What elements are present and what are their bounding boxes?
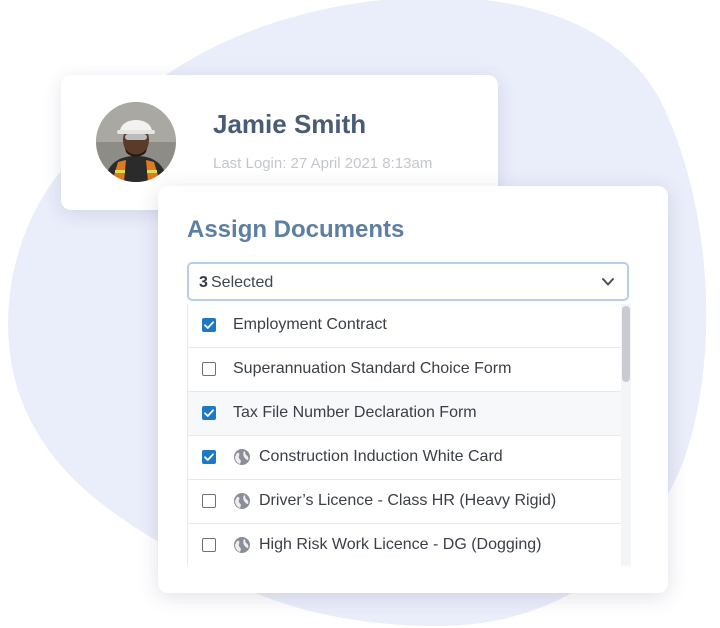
document-label: Employment Contract xyxy=(233,316,387,333)
checkbox-checked-icon[interactable] xyxy=(202,450,216,464)
document-label: High Risk Work Licence - DG (Dogging) xyxy=(259,536,542,553)
list-item[interactable]: Employment Contract xyxy=(188,304,621,348)
checkbox-unchecked-icon[interactable] xyxy=(202,538,216,552)
globe-icon xyxy=(234,449,250,465)
document-label: Superannuation Standard Choice Form xyxy=(233,360,512,377)
checkbox-unchecked-icon[interactable] xyxy=(202,494,216,508)
document-label: Tax File Number Declaration Form xyxy=(233,404,477,421)
stage: Jamie Smith Last Login: 27 April 2021 8:… xyxy=(0,0,720,628)
last-login-text: Last Login: 27 April 2021 8:13am xyxy=(213,155,433,172)
selected-label: Selected xyxy=(211,274,274,291)
profile-name: Jamie Smith xyxy=(213,109,367,139)
selected-count: 3 xyxy=(199,274,208,291)
documents-select[interactable]: 3 Selected xyxy=(187,262,629,301)
list-item[interactable]: Driver’s Licence - Class HR (Heavy Rigid… xyxy=(188,480,621,524)
scrollbar-thumb[interactable] xyxy=(622,306,630,382)
list-item[interactable]: Superannuation Standard Choice Form xyxy=(188,348,621,392)
checkbox-checked-icon[interactable] xyxy=(202,318,216,332)
document-label: Construction Induction White Card xyxy=(259,448,503,465)
list-item[interactable]: High Risk Work Licence - DG (Dogging) xyxy=(188,524,621,566)
documents-list: Employment Contract Superannuation Stand… xyxy=(187,304,631,566)
avatar xyxy=(96,102,176,182)
globe-icon xyxy=(234,493,250,509)
chevron-down-icon[interactable] xyxy=(601,276,615,288)
list-item[interactable]: Construction Induction White Card xyxy=(188,436,621,480)
assign-documents-title: Assign Documents xyxy=(187,216,405,243)
scrollbar-track[interactable] xyxy=(621,304,631,566)
globe-icon xyxy=(234,537,250,553)
list-item[interactable]: Tax File Number Declaration Form xyxy=(188,392,621,436)
assign-documents-card: Assign Documents 3 Selected Employment C… xyxy=(158,186,668,593)
checkbox-checked-icon[interactable] xyxy=(202,406,216,420)
checkbox-unchecked-icon[interactable] xyxy=(202,362,216,376)
document-label: Driver’s Licence - Class HR (Heavy Rigid… xyxy=(259,492,557,509)
